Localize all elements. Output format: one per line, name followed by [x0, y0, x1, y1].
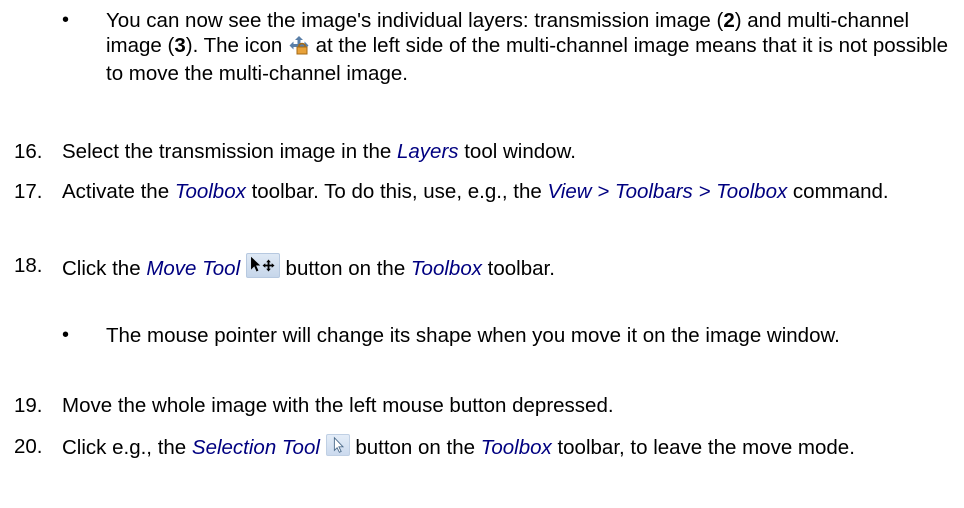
- ui-ref-toolbox: Toolbox: [410, 257, 482, 280]
- bullet-layers-info: • You can now see the image's individual…: [0, 8, 964, 118]
- step-number: 19.: [14, 394, 43, 417]
- text-segment: You can now see the image's individual l…: [106, 9, 724, 32]
- ui-ref-move-tool: Move Tool: [146, 257, 241, 280]
- step-19: 19. Move the whole image with the left m…: [0, 393, 964, 423]
- bullet-dot: •: [62, 9, 70, 31]
- text-segment: button on the: [279, 257, 411, 280]
- ui-ref-view-toolbars-toolbox: View > Toolbars > Toolbox: [547, 180, 788, 203]
- step-number: 20.: [14, 435, 43, 458]
- bullet-text: You can now see the image's individual l…: [106, 8, 958, 86]
- text-segment: toolbar.: [481, 257, 555, 280]
- layer-number-2: 2: [723, 9, 735, 32]
- ui-ref-toolbox: Toolbox: [174, 180, 246, 203]
- text-segment: tool window.: [458, 140, 576, 163]
- text-segment: Activate the: [62, 180, 175, 203]
- layer-lock-icon: [288, 35, 310, 61]
- step-number: 17.: [14, 180, 43, 203]
- selection-tool-icon: [325, 434, 350, 456]
- step-20: 20. Click e.g., the Selection Tool butto…: [0, 434, 964, 489]
- layer-number-3: 3: [174, 34, 186, 57]
- text-segment: toolbar, to leave the move mode.: [551, 436, 855, 459]
- bullet-pointer-info: • The mouse pointer will change its shap…: [0, 323, 964, 378]
- ui-ref-toolbox: Toolbox: [480, 436, 552, 459]
- text-segment: Select the transmission image in the: [62, 140, 397, 163]
- step-number: 16.: [14, 140, 43, 163]
- text-segment: ). The icon: [185, 34, 288, 57]
- text-segment: command.: [787, 180, 889, 203]
- step-text: Click the Move Tool button on the Toolbo…: [62, 253, 958, 281]
- move-tool-icon: [245, 253, 280, 278]
- step-text: Move the whole image with the left mouse…: [62, 394, 614, 417]
- ui-ref-layers: Layers: [397, 140, 459, 163]
- step-17: 17. Activate the Toolbox toolbar. To do …: [0, 179, 964, 234]
- step-number: 18.: [14, 254, 43, 277]
- ui-ref-selection-tool: Selection Tool: [191, 436, 320, 459]
- step-text: Click e.g., the Selection Tool button on…: [62, 434, 958, 460]
- text-segment: Click the: [62, 257, 147, 280]
- bullet-dot: •: [62, 324, 70, 346]
- step-16: 16. Select the transmission image in the…: [0, 139, 964, 169]
- step-text: Activate the Toolbox toolbar. To do this…: [62, 179, 958, 204]
- text-segment: toolbar. To do this, use, e.g., the: [245, 180, 548, 203]
- step-text: Select the transmission image in the Lay…: [62, 139, 958, 164]
- step-18: 18. Click the Move Tool button on the To…: [0, 253, 964, 283]
- text-segment: button on the: [349, 436, 481, 459]
- text-segment: Click e.g., the: [62, 436, 192, 459]
- bullet-text: The mouse pointer will change its shape …: [106, 324, 840, 347]
